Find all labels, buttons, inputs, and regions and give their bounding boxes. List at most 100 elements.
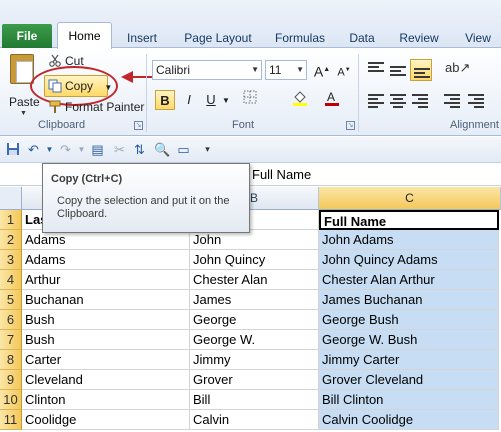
- chevron-down-icon: ▼: [251, 65, 259, 74]
- cell[interactable]: James: [190, 290, 319, 310]
- shrink-font-icon[interactable]: A▼: [334, 60, 354, 80]
- save-icon[interactable]: [5, 142, 20, 157]
- row-header[interactable]: 1: [0, 210, 22, 230]
- cell[interactable]: Grover Cleveland: [319, 370, 499, 390]
- bold-button[interactable]: B: [155, 90, 175, 110]
- row-header[interactable]: 6: [0, 310, 22, 330]
- row-header[interactable]: 4: [0, 270, 22, 290]
- quick-access-toolbar: ↶ ▼ ↷ ▼ ▤ ✂ ⇅ 🔍 ▭ ▾: [0, 137, 501, 163]
- cell[interactable]: John Quincy Adams: [319, 250, 499, 270]
- cell[interactable]: John: [190, 230, 319, 250]
- tab-review[interactable]: Review: [394, 28, 444, 48]
- cell[interactable]: Adams: [22, 250, 190, 270]
- cell[interactable]: Cleveland: [22, 370, 190, 390]
- paste-dropdown-icon[interactable]: ▼: [20, 110, 27, 117]
- copy-button-content[interactable]: Copy ▼: [48, 77, 112, 95]
- cell[interactable]: Jimmy Carter: [319, 350, 499, 370]
- tab-formulas[interactable]: Formulas: [270, 28, 330, 48]
- cell[interactable]: Buchanan: [22, 290, 190, 310]
- table-row: 6 Bush George George Bush: [0, 310, 501, 330]
- font-launcher-icon[interactable]: ↘: [346, 121, 355, 130]
- format-painter-button[interactable]: Format Painter: [48, 98, 144, 116]
- cell[interactable]: John Adams: [319, 230, 499, 250]
- table-row: 10 Clinton Bill Bill Clinton: [0, 390, 501, 410]
- align-center-icon[interactable]: [390, 94, 406, 108]
- cell[interactable]: Arthur: [22, 270, 190, 290]
- font-color-button[interactable]: A: [322, 90, 342, 110]
- cell[interactable]: Calvin: [190, 410, 319, 430]
- decrease-indent-icon[interactable]: [444, 94, 460, 108]
- copy-dropdown-icon[interactable]: ▼: [104, 83, 112, 92]
- underline-dropdown-icon[interactable]: ▼: [222, 96, 230, 105]
- row-header[interactable]: 3: [0, 250, 22, 270]
- align-right-icon[interactable]: [412, 94, 428, 108]
- window-icon[interactable]: ▭: [176, 142, 191, 157]
- cell[interactable]: George W. Bush: [319, 330, 499, 350]
- tab-file[interactable]: File: [2, 24, 52, 48]
- cell[interactable]: Chester Alan: [190, 270, 319, 290]
- cell-active[interactable]: Full Name: [319, 210, 499, 230]
- paste-label: Paste: [9, 95, 40, 109]
- row-header[interactable]: 8: [0, 350, 22, 370]
- top-align-icon[interactable]: [368, 62, 384, 76]
- cell[interactable]: George Bush: [319, 310, 499, 330]
- row-header[interactable]: 2: [0, 230, 22, 250]
- fill-color-button[interactable]: [290, 90, 310, 110]
- format-painter-label: Format Painter: [65, 100, 145, 114]
- cell[interactable]: Grover: [190, 370, 319, 390]
- cell[interactable]: Adams: [22, 230, 190, 250]
- tab-page-layout[interactable]: Page Layout: [178, 28, 258, 48]
- align-left-icon[interactable]: [368, 94, 384, 108]
- copy-label: Copy: [65, 79, 94, 93]
- row-header[interactable]: 5: [0, 290, 22, 310]
- borders-icon: [243, 90, 257, 104]
- font-color-icon: A: [325, 90, 339, 106]
- font-name-value: Calibri: [156, 63, 191, 77]
- sort-icon[interactable]: ⇅: [132, 142, 147, 157]
- row-header[interactable]: 7: [0, 330, 22, 350]
- tab-view[interactable]: View: [458, 28, 498, 48]
- print-preview-icon[interactable]: 🔍: [154, 142, 170, 157]
- cell[interactable]: Bill Clinton: [319, 390, 499, 410]
- font-size-select[interactable]: 11 ▼: [265, 60, 307, 80]
- column-header-c[interactable]: C: [319, 187, 501, 210]
- cell[interactable]: Bush: [22, 310, 190, 330]
- tab-data[interactable]: Data: [342, 28, 382, 48]
- grow-font-icon[interactable]: A▲: [312, 60, 332, 80]
- cut-icon[interactable]: ✂: [112, 142, 127, 157]
- redo-icon[interactable]: ↷: [58, 142, 73, 157]
- table-row: 3 Adams John Quincy John Quincy Adams: [0, 250, 501, 270]
- cell[interactable]: Chester Alan Arthur: [319, 270, 499, 290]
- redo-dropdown-icon[interactable]: ▼: [74, 142, 89, 157]
- row-header[interactable]: 10: [0, 390, 22, 410]
- cell[interactable]: George W.: [190, 330, 319, 350]
- cell[interactable]: George: [190, 310, 319, 330]
- undo-icon[interactable]: ↶: [26, 142, 41, 157]
- middle-align-icon[interactable]: [390, 66, 406, 80]
- cell[interactable]: Clinton: [22, 390, 190, 410]
- cell[interactable]: John Quincy: [190, 250, 319, 270]
- increase-indent-icon[interactable]: [468, 94, 484, 108]
- borders-button[interactable]: [240, 90, 260, 110]
- tab-home[interactable]: Home: [57, 22, 112, 49]
- tab-insert[interactable]: Insert: [118, 28, 166, 48]
- italic-button[interactable]: I: [179, 90, 199, 110]
- cell[interactable]: Jimmy: [190, 350, 319, 370]
- ribbon-tab-bar: File Home Insert Page Layout Formulas Da…: [0, 0, 501, 49]
- row-header[interactable]: 9: [0, 370, 22, 390]
- clipboard-launcher-icon[interactable]: ↘: [134, 121, 143, 130]
- select-all-corner[interactable]: [0, 187, 22, 210]
- row-header[interactable]: 11: [0, 410, 22, 430]
- cell[interactable]: Bill: [190, 390, 319, 410]
- cell[interactable]: James Buchanan: [319, 290, 499, 310]
- cell[interactable]: Coolidge: [22, 410, 190, 430]
- undo-dropdown-icon[interactable]: ▼: [42, 142, 57, 157]
- orientation-icon[interactable]: ab↗: [445, 60, 470, 76]
- form-icon[interactable]: ▤: [90, 142, 105, 157]
- cell[interactable]: Calvin Coolidge: [319, 410, 499, 430]
- underline-button[interactable]: U: [201, 90, 221, 110]
- cell[interactable]: Bush: [22, 330, 190, 350]
- customize-toolbar-icon[interactable]: ▾: [200, 142, 215, 157]
- font-name-select[interactable]: Calibri ▼: [152, 60, 262, 80]
- cell[interactable]: Carter: [22, 350, 190, 370]
